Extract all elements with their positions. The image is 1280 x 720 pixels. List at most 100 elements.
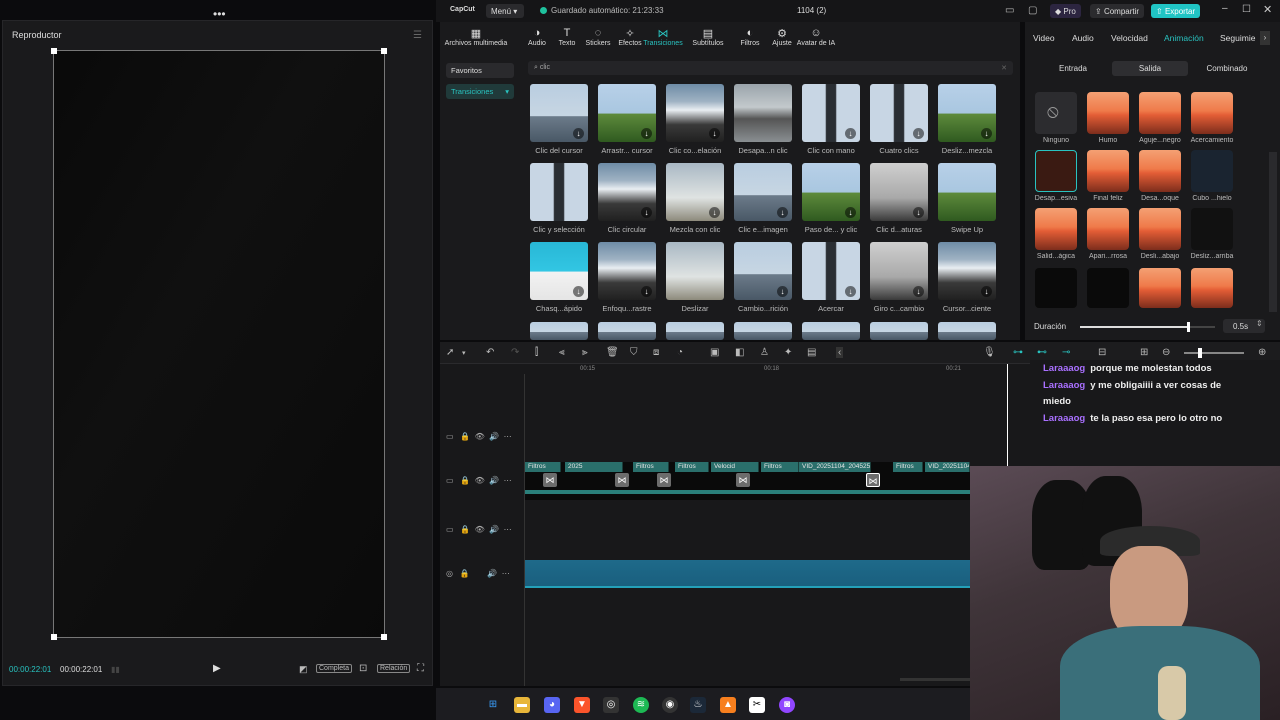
fit-icon[interactable]: ⊡ bbox=[359, 663, 367, 674]
more-icon[interactable]: ••• bbox=[213, 7, 226, 21]
sidebar-item-favoritos[interactable]: Favoritos bbox=[446, 63, 514, 78]
crop-icon[interactable]: ⧈ bbox=[653, 347, 659, 358]
player-menu-icon[interactable]: ☰ bbox=[413, 30, 422, 41]
animation-thumbnail[interactable] bbox=[1035, 150, 1077, 192]
transition-thumbnail[interactable] bbox=[734, 84, 792, 142]
play-icon[interactable]: ▶ bbox=[213, 663, 221, 674]
steam-icon[interactable]: ♨ bbox=[690, 697, 706, 713]
transition-thumbnail[interactable] bbox=[530, 322, 588, 340]
transition-thumbnail[interactable]: ↓ bbox=[598, 163, 656, 221]
horizontal-scrollbar[interactable] bbox=[900, 678, 970, 681]
transition-marker-selected[interactable]: ⋈ bbox=[866, 473, 880, 487]
tab-animacion[interactable]: Animación bbox=[1164, 33, 1204, 43]
pro-button[interactable]: ◆ Pro bbox=[1050, 4, 1081, 18]
transition-thumbnail[interactable]: ↓ bbox=[598, 242, 656, 300]
transition-marker[interactable]: ⋈ bbox=[657, 473, 671, 487]
resize-handle[interactable] bbox=[381, 48, 387, 54]
picture-icon[interactable]: ▣ bbox=[710, 347, 719, 358]
transition-thumbnail[interactable]: ↓ bbox=[870, 242, 928, 300]
transition-thumbnail[interactable]: ↓ bbox=[802, 242, 860, 300]
animation-thumbnail[interactable]: ⦸ bbox=[1035, 92, 1077, 134]
discord-icon[interactable]: ◕ bbox=[544, 697, 560, 713]
download-icon[interactable]: ↓ bbox=[641, 286, 652, 297]
tab-velocidad[interactable]: Velocidad bbox=[1111, 33, 1148, 43]
shield-icon[interactable]: ⛉ bbox=[630, 347, 638, 358]
segment-salida[interactable]: Salida bbox=[1112, 61, 1188, 76]
snap-icon[interactable]: ⊸ bbox=[1062, 347, 1070, 358]
animation-thumbnail[interactable] bbox=[1191, 150, 1233, 192]
transition-thumbnail[interactable]: ↓ bbox=[938, 242, 996, 300]
speed-icon[interactable]: ◔ bbox=[677, 347, 683, 358]
clip-label[interactable]: Filtros bbox=[633, 462, 669, 472]
download-icon[interactable]: ↓ bbox=[709, 207, 720, 218]
clip-label[interactable]: Filtros bbox=[525, 462, 561, 472]
zoom-slider[interactable] bbox=[1184, 348, 1244, 358]
chevron-right-icon[interactable]: › bbox=[1260, 31, 1270, 45]
split-right-icon[interactable]: ⫸ bbox=[582, 347, 588, 358]
transition-marker[interactable]: ⋈ bbox=[736, 473, 750, 487]
windows-start-icon[interactable]: ⊞ bbox=[485, 697, 501, 713]
clip-label[interactable]: Filtros bbox=[675, 462, 709, 472]
transition-thumbnail[interactable]: ↓ bbox=[802, 84, 860, 142]
crop-icon[interactable]: ◩ bbox=[299, 664, 308, 675]
transition-thumbnail[interactable] bbox=[938, 163, 996, 221]
clip-label[interactable]: Filtros bbox=[893, 462, 923, 472]
transition-thumbnail[interactable]: ↓ bbox=[938, 84, 996, 142]
split-icon[interactable]: ⫿ bbox=[535, 347, 538, 358]
animation-thumbnail[interactable] bbox=[1087, 92, 1129, 134]
maximize-icon[interactable]: ☐ bbox=[1242, 4, 1251, 15]
stepper-icon[interactable]: ⇕ bbox=[1256, 319, 1263, 328]
app-icon[interactable]: ▲ bbox=[720, 697, 736, 713]
transition-thumbnail[interactable]: ↓ bbox=[666, 163, 724, 221]
tab-archivos-multimedia[interactable]: ▦ Archivos multimedia bbox=[443, 27, 509, 47]
animation-thumbnail[interactable] bbox=[1139, 208, 1181, 250]
clip-label[interactable]: VID_20251104_204600 bbox=[925, 462, 970, 472]
animation-thumbnail[interactable] bbox=[1139, 268, 1181, 308]
download-icon[interactable]: ↓ bbox=[913, 128, 924, 139]
chevron-down-icon[interactable]: ▾ bbox=[462, 349, 466, 357]
download-icon[interactable]: ↓ bbox=[573, 286, 584, 297]
transition-thumbnail[interactable]: ↓ bbox=[530, 242, 588, 300]
clip-label[interactable]: VID_20251104_204525 bbox=[799, 462, 871, 472]
transition-thumbnail[interactable]: ↓ bbox=[530, 84, 588, 142]
monitor-icon[interactable]: ▢ bbox=[1028, 5, 1037, 16]
ratio-button[interactable]: Relación bbox=[377, 664, 411, 673]
tab-transiciones[interactable]: ⋈ Transiciones bbox=[643, 27, 683, 47]
animation-thumbnail[interactable] bbox=[1139, 150, 1181, 192]
zoom-in-icon[interactable]: ⊕ bbox=[1258, 347, 1266, 358]
search-input[interactable]: ⌕ clic ✕ bbox=[528, 61, 1013, 75]
transition-thumbnail[interactable]: ↓ bbox=[598, 84, 656, 142]
download-icon[interactable]: ↓ bbox=[709, 128, 720, 139]
transition-marker[interactable]: ⋈ bbox=[615, 473, 629, 487]
animation-thumbnail[interactable] bbox=[1087, 268, 1129, 308]
animation-thumbnail[interactable] bbox=[1139, 92, 1181, 134]
tab-video[interactable]: Video bbox=[1033, 33, 1055, 43]
menu-button[interactable]: Menú ▾ bbox=[486, 4, 524, 18]
delete-icon[interactable]: 🗑 bbox=[606, 347, 619, 358]
download-icon[interactable]: ↓ bbox=[913, 286, 924, 297]
animation-thumbnail[interactable] bbox=[1191, 268, 1233, 308]
animation-thumbnail[interactable] bbox=[1035, 208, 1077, 250]
resize-handle[interactable] bbox=[51, 634, 57, 640]
video-preview[interactable] bbox=[51, 48, 387, 640]
spotify-icon[interactable]: ≋ bbox=[633, 697, 649, 713]
fullscreen-icon[interactable]: ⛶ bbox=[417, 663, 424, 674]
twitch-icon[interactable]: ◙ bbox=[779, 697, 795, 713]
tab-seguimiento[interactable]: Seguimie bbox=[1220, 33, 1255, 43]
resize-handle[interactable] bbox=[51, 48, 57, 54]
video-track[interactable]: Filtros 2025 Filtros Filtros Velocid Filtros V… bbox=[525, 462, 970, 500]
chrome-icon[interactable]: ◎ bbox=[603, 697, 619, 713]
transition-thumbnail[interactable] bbox=[666, 322, 724, 340]
layout-icon[interactable]: ▭ bbox=[1005, 5, 1014, 16]
download-icon[interactable]: ↓ bbox=[913, 207, 924, 218]
animation-thumbnail[interactable] bbox=[1087, 208, 1129, 250]
link-icon[interactable]: ⊶ bbox=[1013, 347, 1023, 358]
animation-thumbnail[interactable] bbox=[1087, 150, 1129, 192]
preview-axis-icon[interactable]: ⊟ bbox=[1098, 347, 1106, 358]
duration-slider[interactable] bbox=[1080, 322, 1215, 332]
minimize-icon[interactable]: – bbox=[1222, 3, 1228, 14]
chevron-left-icon[interactable]: ‹ bbox=[836, 347, 844, 358]
animation-thumbnail[interactable] bbox=[1191, 208, 1233, 250]
transition-thumbnail[interactable]: ↓ bbox=[870, 84, 928, 142]
brave-icon[interactable]: ▼ bbox=[574, 697, 590, 713]
